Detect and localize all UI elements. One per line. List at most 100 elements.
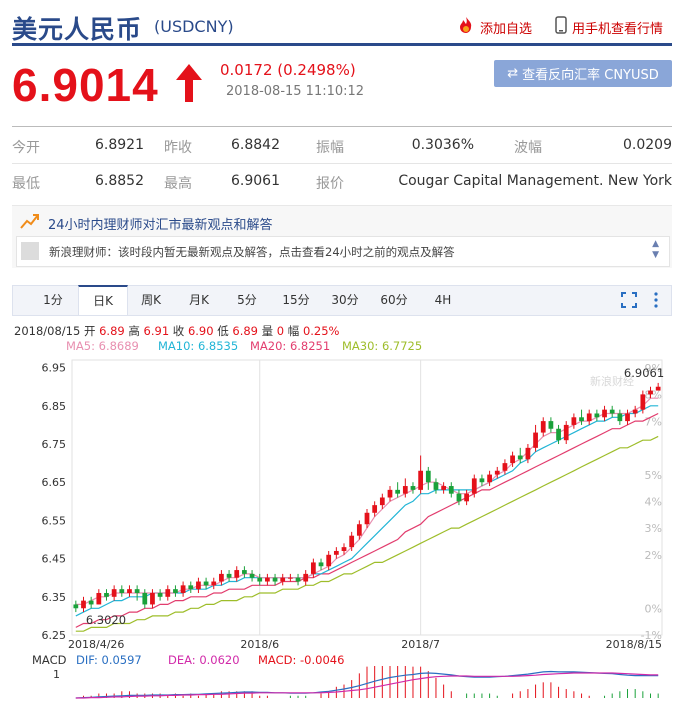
stats-row: 最低 6.8852 最高 6.9061 报价 Cougar Capital Ma… (12, 163, 672, 199)
candle (157, 592, 163, 597)
advisor-qa-panel: 24小时内理财师对汇市最新观点和解答 新浪理财师：该时段内暂无最新观点及解答，点… (12, 205, 672, 268)
ohlc-low-label: 低 (217, 324, 229, 338)
tab-60min[interactable]: 60分 (370, 286, 418, 315)
candle (288, 577, 293, 579)
pct-tick-label: 2% (645, 549, 662, 562)
candle (548, 421, 554, 429)
candle (196, 581, 201, 590)
price-change: 0.0172 (0.2498%) (220, 61, 356, 79)
candle (594, 413, 600, 418)
qa-message-box[interactable]: 新浪理财师：该时段内暂无最新观点及解答，点击查看24小时之前的观点及解答 ▲ ▼ (16, 236, 670, 267)
more-vertical-icon[interactable] (653, 291, 659, 313)
current-price: 6.9014 (12, 59, 159, 111)
high-label: 最高 (164, 176, 192, 192)
ohlc-readout: 2018/08/15 开 6.89 高 6.91 收 6.90 低 6.89 量… (14, 323, 339, 339)
candle (173, 589, 178, 593)
prev-close-value: 6.8842 (231, 137, 280, 153)
candlestick-chart[interactable]: 新浪财经 6.956.856.756.656.556.456.356.25 9%… (0, 350, 682, 650)
mobile-view-link[interactable]: 用手机查看行情 (554, 16, 663, 38)
x-tick-label: 2018/4/26 (68, 638, 124, 650)
tab-15min[interactable]: 15分 (272, 286, 320, 315)
candle (579, 417, 584, 422)
candle (502, 463, 508, 471)
candle (127, 589, 132, 593)
candle (418, 470, 424, 490)
scroll-arrows-icon[interactable]: ▲ ▼ (652, 239, 659, 261)
pct-tick-label: 4% (645, 496, 662, 509)
pct-tick-label: 5% (645, 469, 662, 482)
macd-name: MACD (32, 653, 67, 667)
qa-title[interactable]: 24小时内理财师对汇市最新观点和解答 (48, 214, 273, 233)
tab-monthly-k[interactable]: 月K (175, 286, 223, 315)
candle (563, 424, 569, 441)
candle (625, 413, 630, 422)
candle (425, 470, 431, 483)
tab-daily-k[interactable]: 日K (78, 285, 128, 315)
candle (203, 581, 209, 586)
ma30-line (75, 435, 659, 632)
max-label: 6.9061 (624, 366, 664, 380)
ohlc-low: 6.89 (232, 324, 258, 338)
open-label: 今开 (12, 140, 40, 156)
candle (648, 390, 653, 395)
tab-weekly-k[interactable]: 周K (127, 286, 175, 315)
tab-4h[interactable]: 4H (419, 286, 467, 315)
candle (211, 581, 217, 586)
quote-stats-table: 今开 6.8921 昨收 6.8842 振幅 0.3036% 波幅 0.0209… (12, 126, 672, 192)
candle (533, 432, 538, 448)
tab-1min[interactable]: 1分 (29, 286, 77, 315)
period-tabs: 1分 日K 周K 月K 5分 15分 30分 60分 4H (12, 285, 672, 316)
candle (349, 535, 355, 548)
candle (73, 604, 79, 609)
ma5-line (75, 397, 659, 605)
candle (142, 592, 148, 605)
candle (632, 409, 638, 414)
candle (188, 585, 194, 590)
candle (326, 554, 332, 567)
candle (441, 486, 446, 490)
price-axis: 6.95 6.85 6.75 6.65 6.55 6.45 6.35 6.25 (42, 362, 67, 642)
fullscreen-icon[interactable] (621, 292, 637, 312)
candle (655, 386, 661, 391)
candle (165, 589, 171, 597)
macd-histogram (82, 666, 659, 698)
add-watch-link[interactable]: 添加自选 (456, 16, 532, 38)
candle (487, 474, 492, 483)
candle (150, 592, 155, 605)
pct-tick-label: 3% (645, 522, 662, 535)
tab-30min[interactable]: 30分 (321, 286, 369, 315)
candle (364, 512, 370, 525)
swap-icon: ⇄ (507, 66, 519, 81)
ohlc-open: 6.89 (99, 324, 125, 338)
candle (517, 455, 523, 460)
candle (234, 570, 240, 578)
header-divider (12, 43, 672, 46)
ohlc-high-label: 高 (128, 324, 140, 338)
page-title: 美元人民币 (12, 15, 143, 44)
reverse-rate-button[interactable]: ⇄ 查看反向汇率 CNYUSD (494, 60, 672, 87)
candle (479, 478, 485, 483)
arrow-up-icon (174, 62, 204, 108)
candle (96, 592, 102, 605)
x-tick-label: 2018/6 (240, 638, 279, 650)
x-tick-label: 2018/8/15 (606, 638, 662, 650)
candle (494, 470, 500, 475)
tab-5min[interactable]: 5分 (223, 286, 271, 315)
candle (410, 486, 416, 490)
candle (510, 455, 515, 464)
pct-tick-label: 8% (645, 389, 662, 402)
candle (609, 409, 615, 414)
macd-chart[interactable]: 1 (0, 666, 682, 703)
candle (602, 409, 607, 418)
candle (372, 505, 378, 513)
reverse-rate-label: 查看反向汇率 CNYUSD (522, 68, 659, 83)
y-tick-label: 6.45 (42, 553, 67, 566)
y-tick-label: 6.35 (42, 591, 67, 604)
wave-label: 波幅 (514, 140, 542, 156)
y-tick-label: 6.25 (42, 629, 67, 642)
x-tick-label: 2018/7 (401, 638, 440, 650)
y-tick-label: 6.85 (42, 400, 67, 413)
candles (73, 382, 661, 613)
date-axis: 2018/4/26 2018/6 2018/7 2018/8/15 (68, 638, 662, 650)
candle (464, 493, 469, 502)
